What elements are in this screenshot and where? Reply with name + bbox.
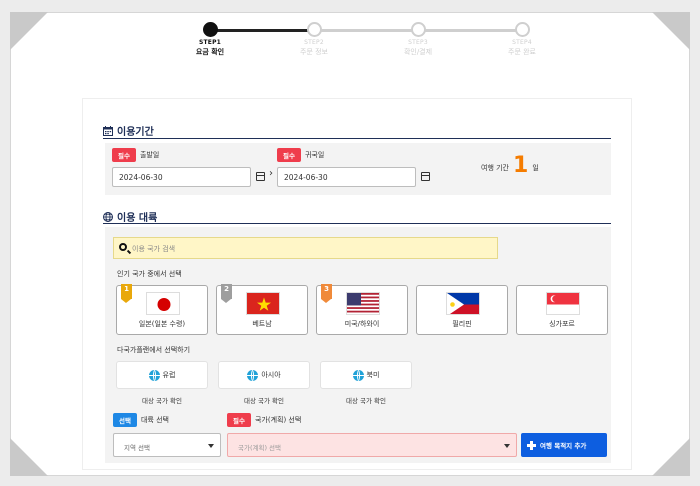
corner-decoration — [10, 438, 48, 476]
country-name: 베트남 — [252, 320, 272, 328]
vietnam-flag-icon — [246, 292, 280, 315]
plan-name: 북미 — [366, 371, 380, 379]
globe-icon — [352, 369, 364, 381]
step-name: STEP1 — [198, 39, 222, 46]
period-panel: 필수 출발일 2024-06-30 › 필수 귀국일 2024-06-30 여행… — [105, 143, 611, 195]
globe-icon — [103, 211, 113, 222]
duration-unit: 일 — [532, 164, 539, 172]
date-arrow: › — [269, 168, 273, 179]
step-2: STEP2 주문 정보 — [279, 22, 349, 57]
step-dot — [514, 22, 530, 37]
required-badge: 필수 — [112, 148, 136, 162]
singapore-flag-icon — [546, 292, 580, 315]
required-badge: 필수 — [277, 148, 301, 162]
departure-date-input[interactable]: 2024-06-30 — [112, 167, 251, 187]
period-title: 이용기간 — [117, 127, 154, 138]
japan-flag-icon — [146, 292, 180, 315]
usa-flag-icon — [346, 292, 380, 315]
chevron-down-icon — [208, 444, 214, 448]
multi-country-label: 다국가플랜에서 선택하기 — [117, 346, 191, 354]
return-label-row: 필수 귀국일 — [277, 148, 324, 162]
country-search-input[interactable]: 이용 국가 검색 — [113, 237, 498, 259]
country-name: 싱가포르 — [549, 320, 575, 328]
step-name: STEP2 — [304, 39, 324, 46]
country-label: 국가(계획) 선택 — [254, 416, 302, 424]
continent-label: 대륙 선택 — [140, 416, 169, 424]
popular-countries-label: 인기 국가 중에서 선택 — [117, 270, 182, 278]
step-3: STEP3 확인/결제 — [383, 22, 453, 57]
optional-badge: 선택 — [113, 413, 137, 427]
rank-badge: 1 — [121, 284, 132, 303]
step-name: STEP4 — [512, 39, 532, 46]
plan-countries-link[interactable]: 대상 국가 확인 — [218, 395, 310, 405]
step-dot — [202, 22, 218, 37]
trip-duration: 여행 기간 1 일 — [481, 155, 539, 177]
step-4: STEP4 주문 완료 — [487, 22, 557, 57]
section-divider — [103, 138, 611, 139]
order-form: 이용기간 필수 출발일 2024-06-30 › 필수 귀국일 2024-06-… — [82, 98, 632, 470]
corner-decoration — [10, 12, 48, 50]
add-destination-button[interactable]: 여행 목적지 추가 — [521, 433, 607, 457]
plus-icon — [527, 440, 536, 450]
step-name: STEP3 — [408, 39, 428, 46]
duration-label: 여행 기간 — [481, 164, 509, 172]
continent-select[interactable]: 지역 선택 — [113, 433, 221, 457]
step-dot — [410, 22, 426, 37]
plan-card-asia[interactable]: 아시아 — [218, 361, 310, 389]
rank-badge: 2 — [221, 284, 232, 303]
step-label: 주문 완료 — [508, 48, 536, 56]
country-name: 일본(일본 수령) — [138, 320, 186, 328]
country-card-singapore[interactable]: 싱가포르 — [516, 285, 608, 335]
step-dot — [306, 22, 322, 37]
country-card-japan[interactable]: 1 일본(일본 수령) — [116, 284, 208, 335]
duration-value: 1 — [513, 153, 529, 178]
add-destination-label: 여행 목적지 추가 — [540, 442, 587, 450]
step-1: STEP1 요금 확인 — [175, 22, 245, 57]
required-badge: 필수 — [227, 413, 251, 427]
globe-icon — [148, 369, 160, 381]
period-section-title: 이용기간 — [103, 123, 154, 138]
search-icon — [119, 243, 127, 251]
step-label: 주문 정보 — [300, 48, 328, 56]
plan-name: 유럽 — [162, 371, 176, 379]
corner-decoration — [652, 438, 690, 476]
plan-name: 아시아 — [261, 371, 281, 379]
country-card-philippines[interactable]: 필리핀 — [416, 285, 508, 335]
order-stepper: STEP1 요금 확인 STEP2 주문 정보 STEP3 확인/결제 STEP… — [190, 22, 550, 62]
country-card-vietnam[interactable]: 2 베트남 — [216, 284, 308, 335]
section-divider — [103, 223, 611, 224]
calendar-icon[interactable] — [421, 172, 430, 181]
region-panel: 이용 국가 검색 인기 국가 중에서 선택 1 일본(일본 수령) 2 베트남 … — [105, 227, 611, 463]
plan-countries-link[interactable]: 대상 국가 확인 — [116, 395, 208, 405]
return-label: 귀국일 — [304, 151, 325, 159]
corner-decoration — [652, 12, 690, 50]
globe-icon — [247, 369, 259, 381]
country-select[interactable]: 국가(계획) 선택 — [227, 433, 517, 457]
departure-label: 출발일 — [139, 151, 160, 159]
philippines-flag-icon — [446, 292, 480, 315]
plan-card-europe[interactable]: 유럽 — [116, 361, 208, 389]
continent-label-row: 선택 대륙 선택 — [113, 413, 169, 427]
chevron-down-icon — [504, 444, 510, 448]
departure-label-row: 필수 출발일 — [112, 148, 159, 162]
country-name: 필리핀 — [452, 320, 472, 328]
search-placeholder: 이용 국가 검색 — [132, 245, 176, 253]
country-card-usa[interactable]: 3 미국/하와이 — [316, 284, 408, 335]
step-label: 확인/결제 — [403, 48, 433, 56]
step-label: 요금 확인 — [195, 48, 225, 56]
continent-select-value: 지역 선택 — [124, 444, 150, 452]
rank-badge: 3 — [321, 284, 332, 303]
region-section-title: 이용 대륙 — [103, 209, 157, 224]
calendar-icon — [103, 125, 113, 136]
calendar-icon[interactable] — [256, 172, 265, 181]
country-label-row: 필수 국가(계획) 선택 — [227, 413, 301, 427]
plan-countries-link[interactable]: 대상 국가 확인 — [320, 395, 412, 405]
country-select-value: 국가(계획) 선택 — [238, 444, 282, 452]
region-title: 이용 대륙 — [117, 213, 158, 224]
plan-card-north-america[interactable]: 북미 — [320, 361, 412, 389]
return-date-input[interactable]: 2024-06-30 — [277, 167, 416, 187]
country-name: 미국/하와이 — [344, 320, 380, 328]
